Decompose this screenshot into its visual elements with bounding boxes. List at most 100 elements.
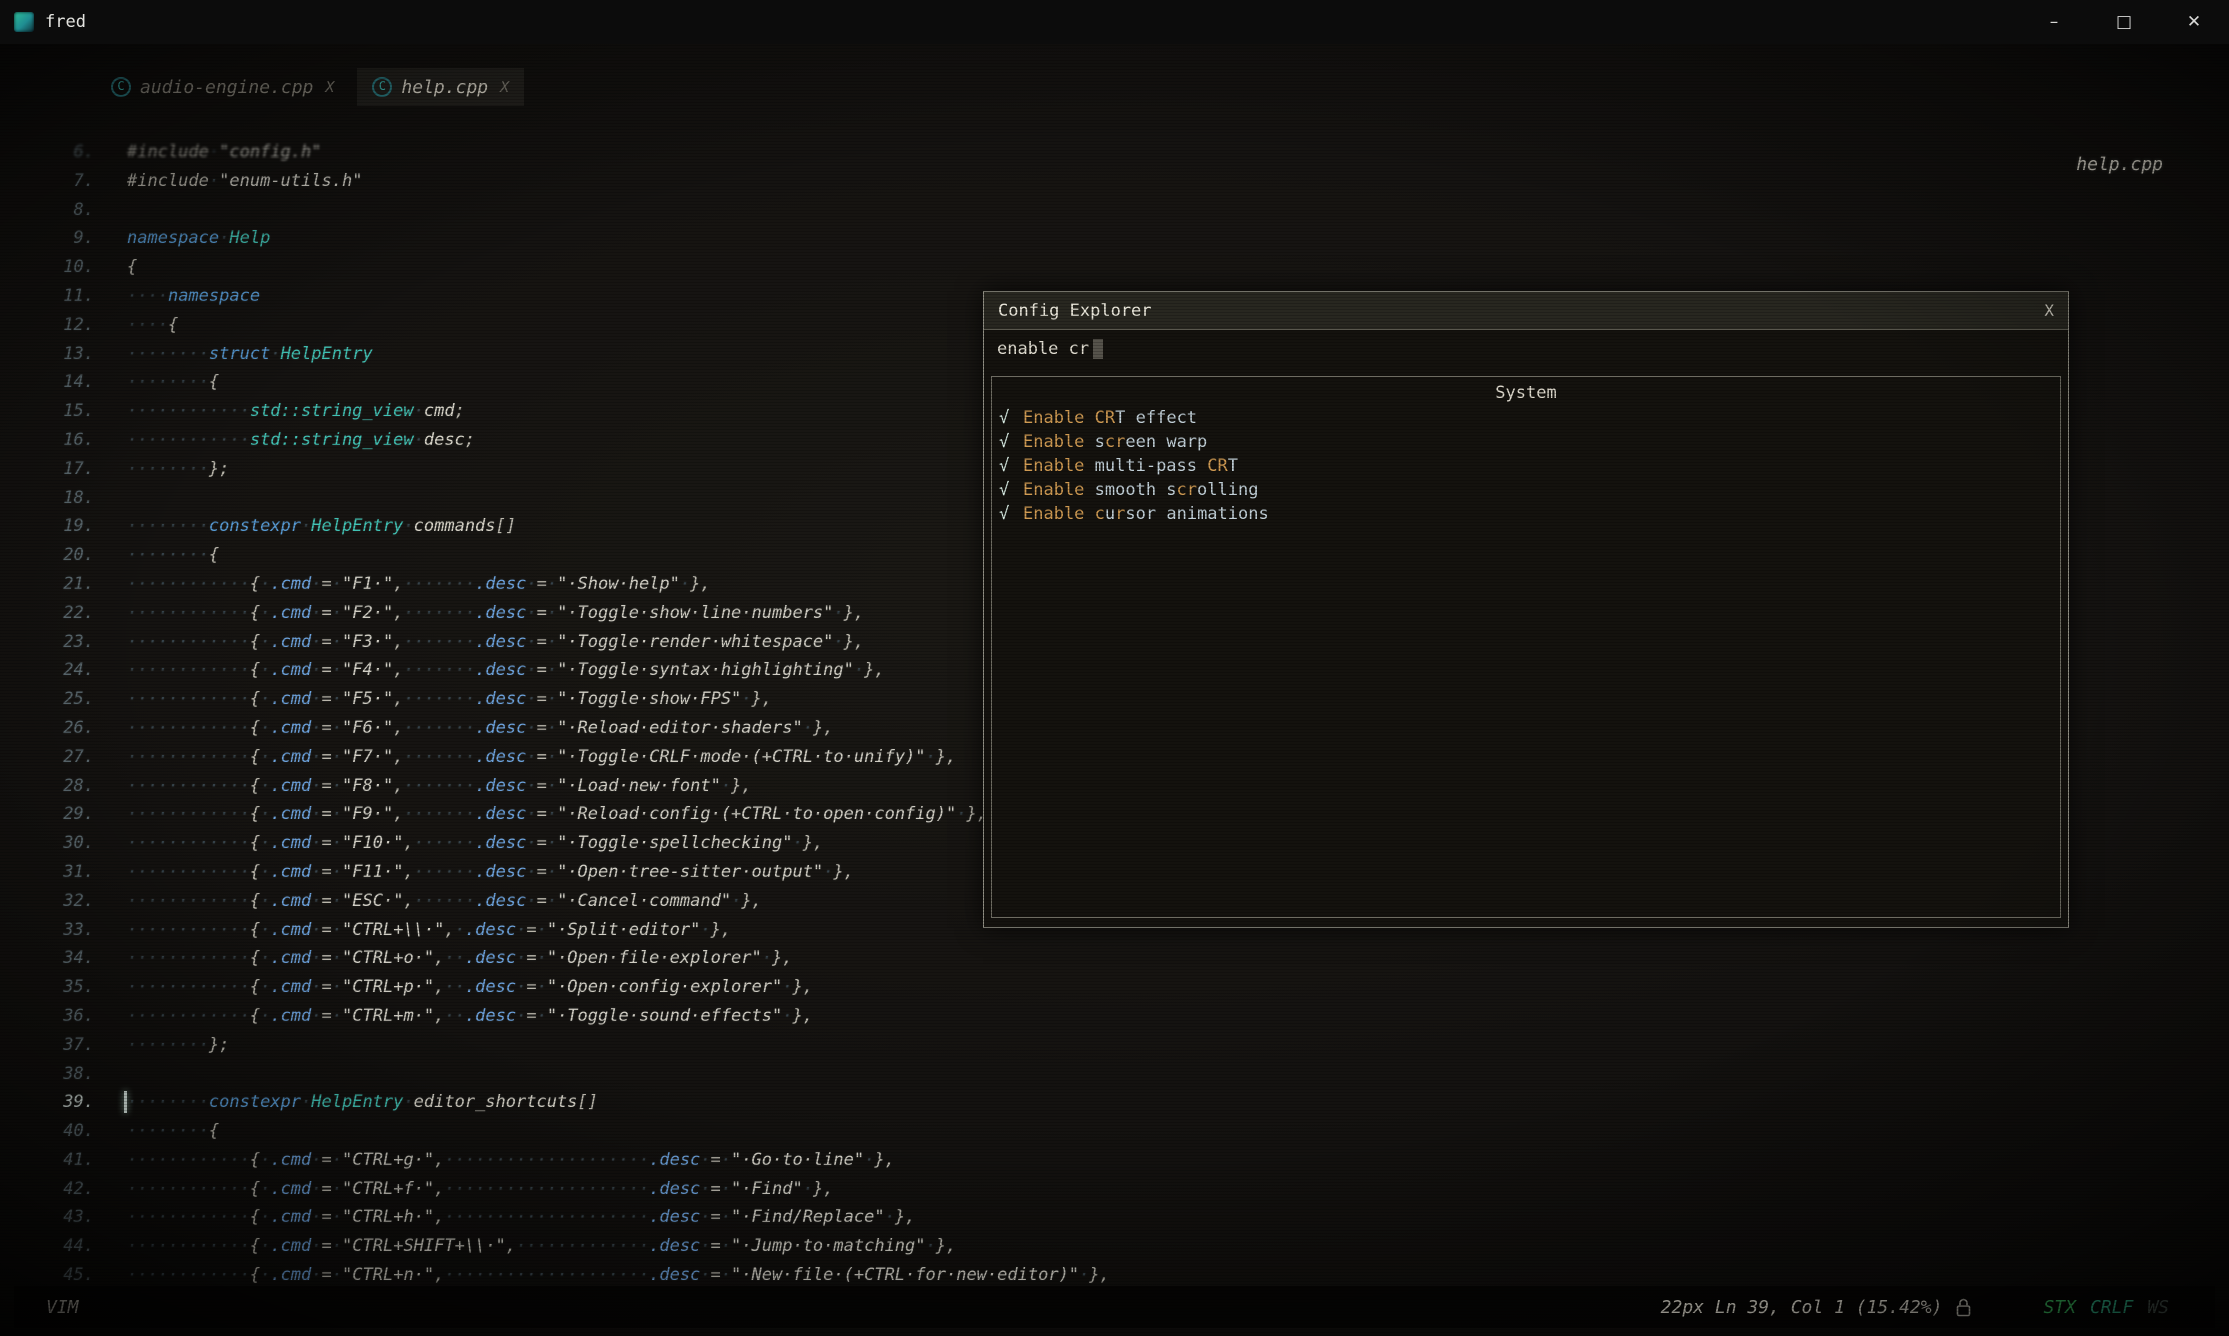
line-number: 33.: [18, 916, 94, 945]
text-cursor: [124, 1091, 127, 1113]
code-line[interactable]: 39.········constexpr·HelpEntry·editor_sh…: [18, 1088, 2217, 1117]
code-line[interactable]: 43.············{·.cmd·=·"CTRL+h·",······…: [18, 1203, 2217, 1232]
cpp-file-icon: C: [111, 77, 131, 97]
code-line[interactable]: 36.············{·.cmd·=·"CTRL+m·",··.des…: [18, 1002, 2217, 1031]
checkbox-checked-icon[interactable]: √: [999, 406, 1023, 430]
close-button[interactable]: ✕: [2159, 0, 2229, 44]
line-number: 10.: [18, 253, 94, 282]
line-number: 17.: [18, 455, 94, 484]
code-line[interactable]: 6.#include·"config.h": [18, 138, 2217, 167]
line-number: 44.: [18, 1232, 94, 1261]
line-number: 27.: [18, 743, 94, 772]
line-number: 15.: [18, 397, 94, 426]
code-line[interactable]: 41.············{·.cmd·=·"CTRL+g·",······…: [18, 1146, 2217, 1175]
window-title: fred: [45, 12, 86, 32]
line-number: 9.: [18, 224, 94, 253]
tab-help.cpp[interactable]: Chelp.cpp X: [357, 68, 524, 106]
line-number: 16.: [18, 426, 94, 455]
config-item-label: Enable multi-pass CRT: [1023, 454, 1238, 478]
checkbox-checked-icon[interactable]: √: [999, 430, 1023, 454]
line-number: 36.: [18, 1002, 94, 1031]
input-cursor: [1093, 339, 1103, 359]
line-number: 26.: [18, 714, 94, 743]
line-number: 29.: [18, 800, 94, 829]
minimize-button[interactable]: –: [2019, 0, 2089, 44]
line-number: 23.: [18, 628, 94, 657]
cpp-file-icon: C: [372, 77, 392, 97]
line-number: 41.: [18, 1146, 94, 1175]
line-number: 31.: [18, 858, 94, 887]
line-number: 19.: [18, 512, 94, 541]
status-ws[interactable]: WS: [2147, 1297, 2169, 1318]
line-number: 20.: [18, 541, 94, 570]
line-number: 7.: [18, 167, 94, 196]
line-number: 24.: [18, 656, 94, 685]
config-item[interactable]: √Enable screen warp: [992, 430, 2060, 454]
code-line[interactable]: 8.: [18, 196, 2217, 225]
crt-screen: Caudio-engine.cpp X Chelp.cpp X help.cpp 6.…: [0, 44, 2229, 1336]
status-crlf[interactable]: CRLF: [2090, 1297, 2133, 1318]
code-line[interactable]: 9.namespace·Help: [18, 224, 2217, 253]
config-item[interactable]: √Enable cursor animations: [992, 502, 2060, 526]
config-item-label: Enable CRT effect: [1023, 406, 1197, 430]
config-item-label: Enable screen warp: [1023, 430, 1207, 454]
line-number: 6.: [18, 138, 94, 167]
line-number: 42.: [18, 1175, 94, 1204]
line-number: 40.: [18, 1117, 94, 1146]
config-explorer-titlebar: Config Explorer X: [984, 292, 2068, 330]
tab-label: help.cpp: [401, 77, 488, 98]
line-number: 25.: [18, 685, 94, 714]
code-line[interactable]: 42.············{·.cmd·=·"CTRL+f·",······…: [18, 1175, 2217, 1204]
line-number: 28.: [18, 772, 94, 801]
line-number: 39.: [18, 1088, 94, 1117]
line-number: 34.: [18, 944, 94, 973]
window-controls: – □ ✕: [2019, 0, 2229, 44]
filename-overlay: help.cpp: [2076, 154, 2163, 175]
line-number: 13.: [18, 340, 94, 369]
config-items: √Enable CRT effect√Enable screen warp√En…: [992, 406, 2060, 526]
code-line[interactable]: 7.#include·"enum-utils.h": [18, 167, 2217, 196]
config-item[interactable]: √Enable smooth scrolling: [992, 478, 2060, 502]
line-number: 21.: [18, 570, 94, 599]
cursor-position-info: 22px Ln 39, Col 1 (15.42%): [1661, 1297, 1943, 1318]
code-line[interactable]: 40.········{: [18, 1117, 2217, 1146]
code-line[interactable]: 37.········};: [18, 1031, 2217, 1060]
code-line[interactable]: 10.{: [18, 253, 2217, 282]
tab-label: audio-engine.cpp: [140, 77, 313, 98]
config-explorer-title: Config Explorer: [998, 301, 1152, 321]
tab-close-button[interactable]: X: [325, 78, 334, 96]
maximize-button[interactable]: □: [2089, 0, 2159, 44]
title-bar: fred – □ ✕: [0, 0, 2229, 44]
code-line[interactable]: 34.············{·.cmd·=·"CTRL+o·",··.des…: [18, 944, 2217, 973]
checkbox-checked-icon[interactable]: √: [999, 454, 1023, 478]
line-number: 35.: [18, 973, 94, 1002]
line-number: 11.: [18, 282, 94, 311]
code-line[interactable]: 35.············{·.cmd·=·"CTRL+p·",··.des…: [18, 973, 2217, 1002]
app-icon: [14, 12, 34, 32]
line-number: 32.: [18, 887, 94, 916]
checkbox-checked-icon[interactable]: √: [999, 478, 1023, 502]
status-right-cluster: 22px Ln 39, Col 1 (15.42%) STX CRLF WS: [1661, 1297, 2169, 1318]
config-results-panel: System √Enable CRT effect√Enable screen …: [991, 376, 2061, 918]
vim-mode-indicator: VIM: [46, 1297, 79, 1318]
config-section-header: System: [992, 381, 2060, 406]
line-number: 22.: [18, 599, 94, 628]
code-line[interactable]: 44.············{·.cmd·=·"CTRL+SHIFT+\\·"…: [18, 1232, 2217, 1261]
tab-audio-engine.cpp[interactable]: Caudio-engine.cpp X: [96, 68, 349, 106]
line-number: 18.: [18, 484, 94, 513]
tab-bar: Caudio-engine.cpp X Chelp.cpp X: [96, 68, 524, 106]
config-item-label: Enable cursor animations: [1023, 502, 1269, 526]
line-number: 38.: [18, 1060, 94, 1089]
config-item[interactable]: √Enable CRT effect: [992, 406, 2060, 430]
config-search-input[interactable]: enable cr: [984, 330, 2068, 368]
line-number: 37.: [18, 1031, 94, 1060]
config-item[interactable]: √Enable multi-pass CRT: [992, 454, 2060, 478]
config-explorer-close-button[interactable]: X: [2044, 301, 2054, 320]
code-line[interactable]: 38.: [18, 1060, 2217, 1089]
line-number: 12.: [18, 311, 94, 340]
status-stx: STX: [2043, 1297, 2076, 1318]
checkbox-checked-icon[interactable]: √: [999, 502, 1023, 526]
lock-icon: [1956, 1298, 1971, 1317]
line-number: 8.: [18, 196, 94, 225]
tab-close-button[interactable]: X: [500, 78, 509, 96]
